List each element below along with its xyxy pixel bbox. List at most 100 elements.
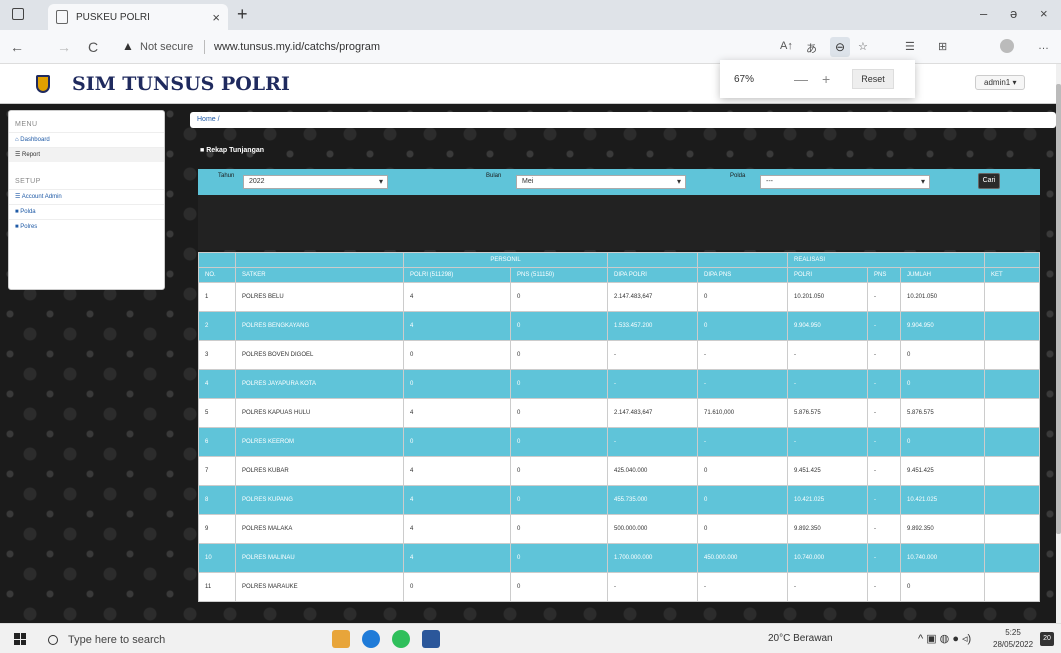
weather-widget[interactable]: 20°C Berawan [768, 633, 833, 644]
table-cell: 4 [403, 282, 511, 312]
table-cell: 10.421.025 [900, 485, 985, 515]
zoom-out-button[interactable]: — [794, 71, 808, 87]
table-cell: 4 [403, 398, 511, 428]
word-icon[interactable] [422, 630, 440, 648]
sidebar-item-polres[interactable]: ■ Polres [9, 219, 164, 234]
user-menu-button[interactable]: admin1 ▾ [975, 75, 1026, 90]
translate-icon[interactable]: あ [806, 40, 817, 56]
window-icon[interactable] [12, 8, 24, 20]
not-secure-label[interactable]: Not secure [140, 41, 193, 53]
table-cell: 2.147.483,647 [607, 398, 698, 428]
warning-icon[interactable]: ▲ [122, 39, 134, 53]
tab-close-icon[interactable]: × [212, 10, 220, 25]
address-bar: ← → C ▲ Not secure www.tunsus.my.id/catc… [0, 30, 1061, 64]
new-tab-button[interactable]: + [237, 4, 248, 25]
zoom-icon[interactable]: ⊖ [830, 37, 850, 57]
table-cell: - [697, 572, 788, 602]
table-cell: 0 [403, 427, 511, 457]
table-cell [984, 543, 1040, 573]
table-row: 10 POLRES MALINAU 4 0 1.700.000.000 450.000.0… [198, 543, 1040, 573]
table-cell: 0 [900, 369, 985, 399]
reload-button[interactable]: C [88, 39, 98, 55]
profile-avatar[interactable] [1000, 39, 1014, 53]
browser-tab-bar: PUSKEU POLRI × + – ə × [0, 0, 1061, 30]
header-realisasi: REALISASI [787, 252, 985, 268]
collections-icon[interactable]: ⊞ [938, 40, 947, 53]
minimize-button[interactable]: – [980, 6, 987, 21]
windows-taskbar: Type here to search 20°C Berawan ^ ▣ ◍ ●… [0, 623, 1061, 653]
column-header: DIPA POLRI [607, 267, 698, 283]
chevron-down-icon: ▾ [378, 177, 383, 186]
table-row: 5 POLRES KAPUAS HULU 4 0 2.147.483,647 71.610… [198, 398, 1040, 428]
table-cell: - [607, 340, 698, 370]
table-cell: 4 [403, 311, 511, 341]
sidebar-item-label: Report [22, 152, 41, 158]
clock[interactable]: 5:25 28/05/2022 [993, 627, 1033, 651]
table-row: 9 POLRES MALAKA 4 0 500.000.000 0 9.892.350-9.… [198, 514, 1040, 544]
scrollbar-thumb[interactable] [1056, 84, 1061, 534]
sidebar-item-polda[interactable]: ■ Polda [9, 204, 164, 219]
date: 28/05/2022 [993, 640, 1034, 649]
forward-button[interactable]: → [57, 39, 71, 55]
edge-icon[interactable] [362, 630, 380, 648]
favorite-add-icon[interactable]: ☆ [858, 40, 868, 53]
polda-select[interactable]: --- ▾ [760, 175, 930, 189]
table-cell: 10 [198, 543, 236, 573]
tahun-select[interactable]: 2022 ▾ [243, 175, 388, 189]
table-cell [984, 572, 1040, 602]
table-cell [984, 485, 1040, 515]
column-header: JUMLAH [900, 267, 985, 283]
table-row: 11 POLRES MARAUKE 0 0- - - -0 [198, 572, 1040, 602]
sidebar-item-label: Polres [20, 224, 38, 230]
read-aloud-icon[interactable]: A↑ [780, 40, 793, 52]
table-cell: 71.610,000 [697, 398, 788, 428]
table-cell: 11 [198, 572, 236, 602]
table-cell: 0 [510, 514, 608, 544]
sidebar-item-label: Account Admin [21, 194, 62, 200]
table-cell [984, 340, 1040, 370]
sidebar-item-dashboard[interactable]: ⌂ Dashboard [9, 132, 164, 147]
url-field[interactable]: www.tunsus.my.id/catchs/program [214, 41, 380, 53]
table-cell: 2 [198, 311, 236, 341]
table-cell: 0 [403, 572, 511, 602]
notification-icon[interactable]: 20 [1040, 632, 1054, 646]
favorites-icon[interactable]: ☰ [905, 40, 915, 53]
close-window-button[interactable]: × [1040, 6, 1048, 21]
web-page: SIM TUNSUS POLRI admin1 ▾ MENU ⌂ Dashboa… [0, 64, 1056, 623]
column-header: POLRI (511298) [403, 267, 511, 283]
zoom-in-button[interactable]: + [822, 71, 830, 87]
dark-panel [198, 195, 1040, 250]
table-cell: - [867, 572, 901, 602]
table-cell [984, 398, 1040, 428]
table-cell: POLRES MARAUKE [235, 572, 404, 602]
back-button[interactable]: ← [10, 39, 24, 55]
table-cell: 0 [697, 485, 788, 515]
sidebar-item-report[interactable]: ☰ Report [9, 147, 164, 162]
sidebar-item-account-admin[interactable]: ☰ Account Admin [9, 189, 164, 204]
search-placeholder: Type here to search [68, 634, 166, 646]
table-cell: 425.040.000 [607, 456, 698, 486]
table-cell: 5.876.575 [900, 398, 985, 428]
system-tray[interactable]: ^ ▣ ◍ ● ◃) [918, 632, 971, 645]
zoom-reset-button[interactable]: Reset [852, 69, 894, 89]
table-row: 3 POLRES BOVEN DIGOEL 0 0- - - -0 [198, 340, 1040, 370]
brand[interactable]: SIM TUNSUS POLRI [36, 73, 290, 95]
table-cell: 0 [510, 369, 608, 399]
table-cell: - [787, 340, 868, 370]
bulan-select[interactable]: Mei ▾ [516, 175, 686, 189]
menu-header: MENU [15, 121, 38, 128]
table-cell: POLRES MALINAU [235, 543, 404, 573]
cari-button[interactable]: Cari [978, 173, 1000, 189]
browser-tab[interactable]: PUSKEU POLRI × [48, 4, 228, 30]
taskbar-search[interactable]: Type here to search [48, 630, 308, 650]
polda-value: --- [766, 178, 773, 185]
breadcrumb[interactable]: Home / [190, 112, 1056, 128]
whatsapp-icon[interactable] [392, 630, 410, 648]
page-scrollbar[interactable] [1056, 64, 1061, 623]
restore-button[interactable]: ə [1010, 6, 1017, 21]
table-header-row: NO. SATKER POLRI (511298) PNS (511150) D… [198, 267, 1040, 283]
file-explorer-icon[interactable] [332, 630, 350, 648]
more-icon[interactable]: … [1038, 40, 1049, 52]
table-cell: 4 [403, 456, 511, 486]
windows-start-icon[interactable] [14, 633, 26, 645]
